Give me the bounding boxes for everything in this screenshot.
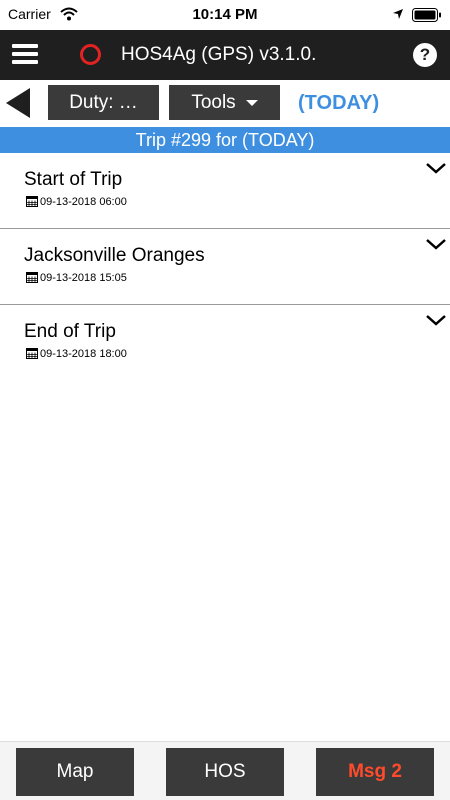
gps-status-icon (80, 44, 101, 65)
messages-button[interactable]: Msg 2 (316, 748, 434, 796)
list-item-title: Start of Trip (24, 169, 123, 190)
list-item-datetime: 09-13-2018 18:00 (40, 348, 127, 360)
list-item[interactable]: End of Trip 09-13-2018 18:00 (0, 305, 450, 381)
bottom-nav: Map HOS Msg 2 (0, 741, 450, 800)
list-item[interactable]: Start of Trip 09-13-2018 06:00 (0, 153, 450, 229)
list-item[interactable]: Jacksonville Oranges 09-13-2018 15:05 (0, 229, 450, 305)
hos-button[interactable]: HOS (166, 748, 284, 796)
tools-button-label: Tools (191, 92, 236, 113)
calendar-icon (26, 272, 38, 283)
list-item-date: 09-13-2018 06:00 (26, 195, 127, 208)
today-link[interactable]: (TODAY) (298, 92, 379, 115)
chevron-down-icon[interactable] (425, 161, 447, 175)
chevron-down-icon[interactable] (425, 313, 447, 327)
list-item-date: 09-13-2018 15:05 (26, 271, 127, 284)
trip-list: Start of Trip 09-13-2018 06:00 Jacksonvi… (0, 153, 450, 381)
status-time: 10:14 PM (192, 6, 258, 23)
list-item-title: Jacksonville Oranges (24, 245, 205, 266)
battery-icon (412, 8, 441, 22)
map-button[interactable]: Map (16, 748, 134, 796)
toolbar: Duty: … Tools (TODAY) (0, 80, 450, 125)
back-arrow-icon[interactable] (6, 88, 30, 118)
duty-button[interactable]: Duty: … (48, 85, 159, 120)
calendar-icon (26, 196, 38, 207)
trip-banner: Trip #299 for (TODAY) (0, 127, 450, 153)
list-item-datetime: 09-13-2018 15:05 (40, 272, 127, 284)
list-item-title: End of Trip (24, 321, 116, 342)
chevron-down-icon[interactable] (425, 237, 447, 251)
list-item-datetime: 09-13-2018 06:00 (40, 196, 127, 208)
help-icon[interactable]: ? (413, 43, 437, 67)
app-title: HOS4Ag (GPS) v3.1.0. (121, 44, 317, 65)
tools-dropdown-button[interactable]: Tools (169, 85, 280, 120)
location-icon (393, 9, 403, 19)
caret-down-icon (245, 99, 258, 106)
app-header: HOS4Ag (GPS) v3.1.0. ? (0, 30, 450, 80)
status-bar: Carrier 10:14 PM (0, 0, 450, 30)
hamburger-menu-icon[interactable] (12, 43, 38, 65)
list-item-date: 09-13-2018 18:00 (26, 347, 127, 360)
duty-button-label: Duty: … (69, 92, 138, 113)
calendar-icon (26, 348, 38, 359)
